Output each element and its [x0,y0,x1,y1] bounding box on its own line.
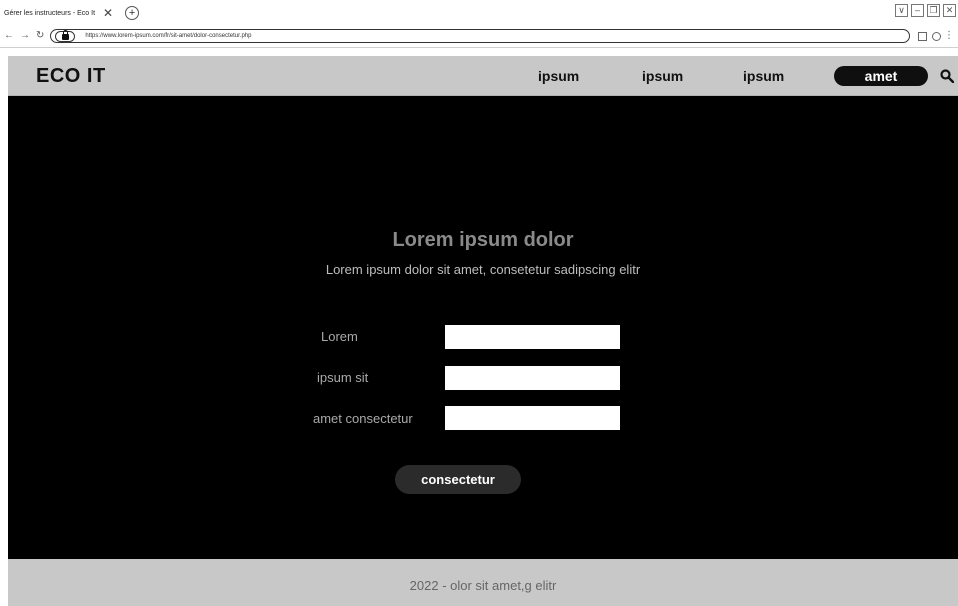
back-icon[interactable]: ← [4,31,14,41]
collections-icon[interactable] [918,31,927,41]
url-text: https://www.lorem-ipsum.com/fr/sit-amet/… [85,33,252,39]
site-footer: 2022 - olor sit amet,g elitr [8,559,958,606]
address-bar[interactable]: https://www.lorem-ipsum.com/fr/sit-amet/… [50,29,910,43]
site-logo[interactable]: ECO IT [36,65,106,88]
profile-icon[interactable] [932,31,941,41]
tab-list-dropdown-icon[interactable]: ∨ [895,4,908,17]
field-label-1: Lorem [321,329,358,344]
footer-text: 2022 - olor sit amet,g elitr [409,578,557,593]
nav-link-3[interactable]: ipsum [743,68,784,84]
lock-icon [61,30,69,40]
minimize-icon[interactable]: – [911,4,924,17]
site-info-button[interactable] [55,30,76,42]
field-label-2: ipsum sit [317,370,369,385]
close-window-icon[interactable]: ✕ [943,4,956,17]
forward-icon[interactable]: → [20,31,30,41]
hero-section: Lorem ipsum dolor Lorem ipsum dolor sit … [8,96,958,559]
page-title: Lorem ipsum dolor [392,229,574,251]
form-input-2[interactable] [445,366,620,390]
tab-close-icon[interactable]: ✕ [103,7,113,19]
nav-link-1[interactable]: ipsum [538,68,579,84]
address-row: ← → ↻ https://www.lorem-ipsum.com/fr/sit… [4,28,954,44]
field-label-3: amet consectetur [313,411,413,426]
submit-button[interactable]: consectetur [395,465,521,494]
browser-window-chrome: Gérer les instructeurs - Eco It ✕ + ∨ – … [0,0,958,48]
page-subtitle: Lorem ipsum dolor sit amet, consetetur s… [325,262,641,277]
restore-icon[interactable]: ❐ [927,4,940,17]
tab-title: Gérer les instructeurs - Eco It [4,9,96,17]
form-input-1[interactable] [445,325,620,349]
nav-cta-button[interactable]: amet [834,66,928,86]
form-input-3[interactable] [445,406,620,430]
window-controls: ∨ – ❐ ✕ [895,4,956,17]
new-tab-icon[interactable]: + [125,6,140,20]
browser-menu-icon[interactable]: ⋮ [944,31,954,41]
site-header: ECO IT ipsum ipsum ipsum amet [8,56,958,96]
search-icon[interactable] [940,69,954,83]
reload-icon[interactable]: ↻ [36,31,44,41]
nav-link-2[interactable]: ipsum [642,68,683,84]
browser-tab[interactable]: Gérer les instructeurs - Eco It ✕ + [4,4,140,22]
